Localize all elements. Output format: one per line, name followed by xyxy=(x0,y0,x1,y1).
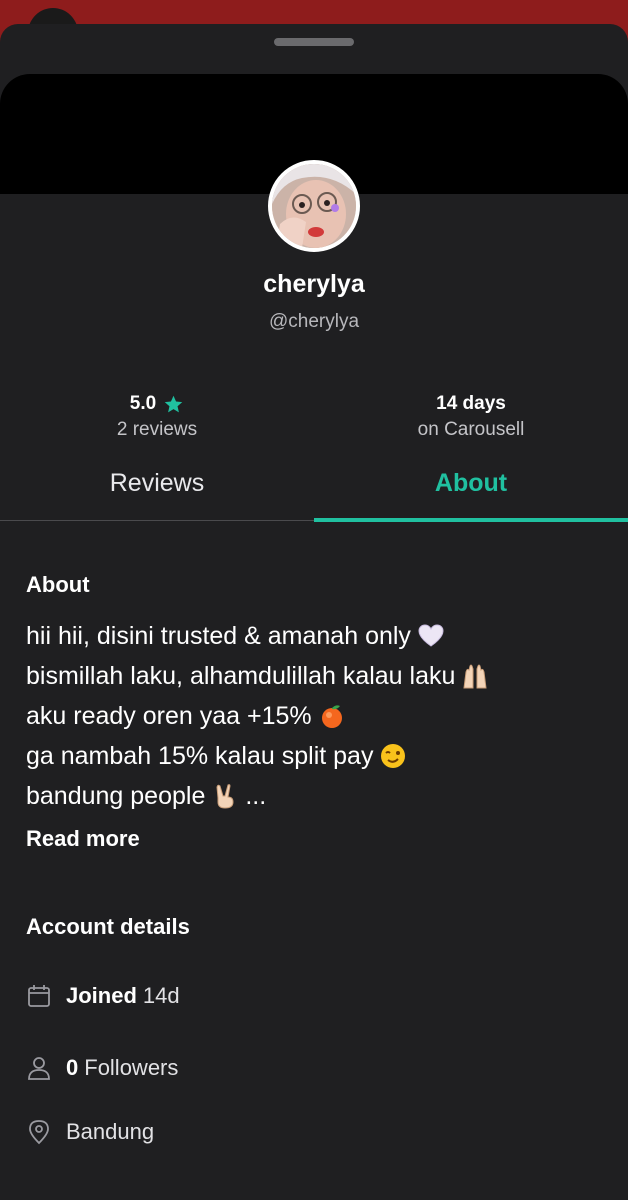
followers-row[interactable]: 0 Followers xyxy=(26,1048,606,1088)
rating-value: 5.0 xyxy=(129,393,157,414)
bio-line-text: bismillah laku, alhamdulillah kalau laku xyxy=(26,662,456,690)
bio-line: ga nambah 15% kalau split pay xyxy=(26,736,616,776)
bio-line: hii hii, disini trusted & amanah only xyxy=(26,616,616,656)
calendar-icon xyxy=(28,985,50,1007)
avatar-photo xyxy=(272,164,356,248)
tab-reviews[interactable]: Reviews xyxy=(0,444,314,522)
tab-divider xyxy=(0,520,314,521)
location-row: Bandung xyxy=(26,1112,606,1152)
bio-ellipsis: ... xyxy=(245,782,267,810)
bio-line: aku ready oren yaa +15% xyxy=(26,696,616,736)
bio-line-text: hii hii, disini trusted & amanah only xyxy=(26,622,411,650)
winking-face-icon xyxy=(381,744,406,768)
reviews-count: 2 reviews xyxy=(116,419,198,440)
tenure-value: 14 days xyxy=(436,393,506,414)
username: @cherylya xyxy=(268,311,360,332)
white-heart-icon xyxy=(418,624,444,647)
bio-line: bandung people ... xyxy=(26,776,616,816)
tab-about[interactable]: About xyxy=(314,444,628,522)
joined-value: 14d xyxy=(142,983,180,1008)
account-details-heading: Account details xyxy=(26,914,190,939)
tenure-label: on Carousell xyxy=(417,419,525,440)
read-more-link[interactable]: Read more xyxy=(26,826,140,852)
victory-hand-icon xyxy=(216,784,234,809)
avatar[interactable] xyxy=(268,160,360,252)
bottom-sheet: cherylya @cherylya 5.0 2 reviews 14 days… xyxy=(0,24,628,1200)
active-tab-indicator xyxy=(314,518,628,522)
location-pin-icon xyxy=(29,1120,49,1145)
followers-count: 0 xyxy=(66,1055,79,1080)
orange-icon xyxy=(321,705,342,728)
drag-handle[interactable] xyxy=(274,38,354,46)
joined-row: Joined 14d xyxy=(26,976,606,1016)
display-name: cherylya xyxy=(263,270,365,298)
bio-text: hii hii, disini trusted & amanah only bi… xyxy=(26,616,616,816)
joined-label: Joined xyxy=(66,983,137,1008)
bio-line-text: aku ready oren yaa +15% xyxy=(26,702,312,730)
tenure-stat: 14 days on Carousell xyxy=(314,392,628,441)
bio-line: bismillah laku, alhamdulillah kalau laku xyxy=(26,656,616,696)
location-value: Bandung xyxy=(66,1119,155,1144)
bio-line-text: bandung people xyxy=(26,782,206,810)
person-icon xyxy=(28,1057,50,1080)
bio-line-text: ga nambah 15% kalau split pay xyxy=(26,742,374,770)
raised-hands-icon xyxy=(463,664,487,689)
rating-stat[interactable]: 5.0 2 reviews xyxy=(0,392,314,441)
profile-card: cherylya @cherylya 5.0 2 reviews 14 days… xyxy=(0,74,628,468)
star-icon xyxy=(164,395,183,412)
followers-label: Followers xyxy=(84,1055,179,1080)
about-heading: About xyxy=(26,572,90,597)
profile-tabs: Reviews About xyxy=(0,444,628,522)
